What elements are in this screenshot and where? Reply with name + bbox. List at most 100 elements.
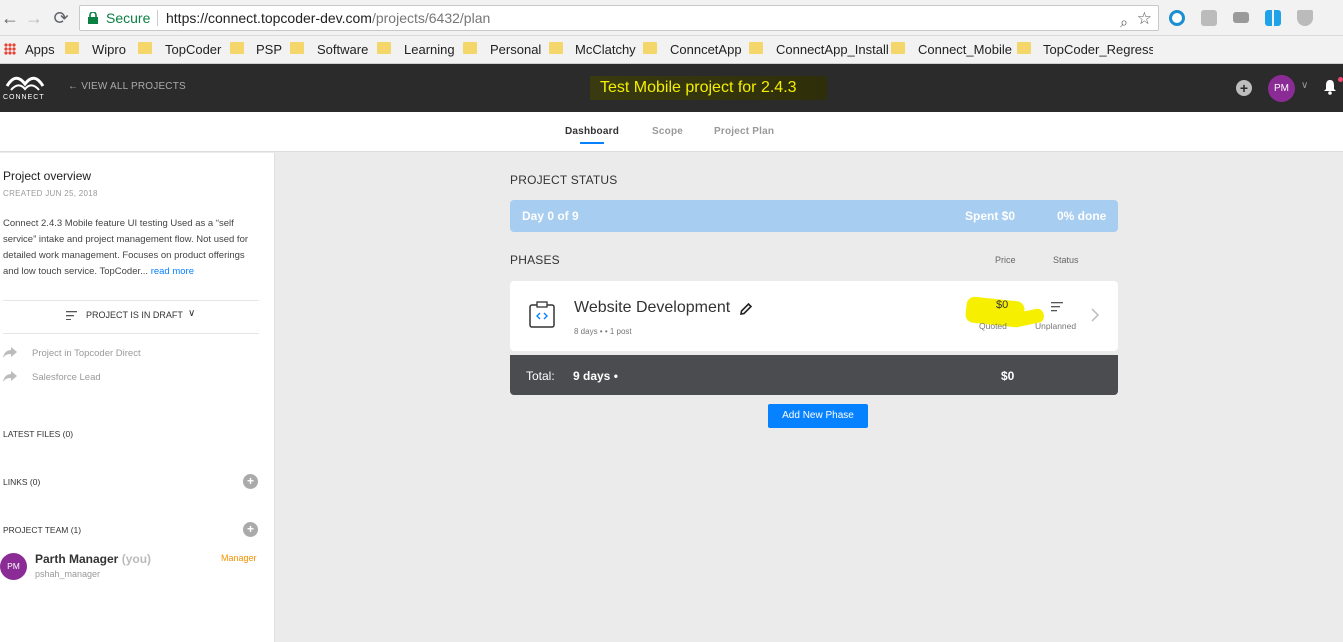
list-icon [1051,302,1063,312]
add-link-plus-icon[interactable]: + [243,474,258,489]
status-spent: Spent $0 [965,209,1016,223]
code-document-icon [529,301,555,328]
folder-icon [65,42,79,54]
phase-status-label: Unplanned [1035,321,1077,331]
total-label: Total: [526,369,555,383]
logo-text: CONNECT [3,94,45,101]
status-column-header: Status [1053,255,1079,265]
tab-scope[interactable]: Scope [652,126,683,137]
arrow-left-icon: ← [68,81,79,92]
phases-total-bar: Total: 9 days • $0 [510,355,1118,395]
bookmark-conncetapp[interactable]: ConncetApp [670,42,742,58]
divider [3,333,259,334]
bookmark-connectapp-install[interactable]: ConnectApp_Install [776,42,889,58]
user-avatar[interactable]: PM [1268,75,1295,102]
tab-project-plan[interactable]: Project Plan [714,126,774,137]
phases-heading: PHASES [510,253,560,267]
reload-icon[interactable]: ⟳ [51,8,71,28]
folder-icon [230,42,244,54]
status-done: 0% done [1057,209,1107,223]
project-status-bar: Day 0 of 9 Spent $0 0% done [510,200,1118,232]
pencil-edit-icon[interactable] [739,302,753,316]
price-column-header: Price [995,255,1016,265]
chevron-down-icon: ∨ [188,308,196,319]
total-price: $0 [1001,369,1015,383]
url-text: https://connect.topcoder-dev.com/project… [166,10,491,26]
member-role: Manager [221,553,257,563]
link-label: Project in Topcoder Direct [32,348,141,359]
phase-price: $0 [996,299,1009,311]
extension-circle-icon[interactable] [1169,10,1185,26]
apps-grid-icon[interactable] [4,43,16,55]
created-date: CREATED JUN 25, 2018 [3,189,98,198]
tab-dashboard[interactable]: Dashboard [565,126,619,137]
secure-label: Secure [106,10,151,26]
phase-card[interactable]: Website Development 8 days • • 1 post $0… [510,281,1118,351]
status-day: Day 0 of 9 [522,209,579,223]
notification-bell-icon[interactable] [1323,79,1337,95]
latest-files-label: LATEST FILES (0) [3,429,74,439]
bookmark-wipro[interactable]: Wipro [92,42,126,58]
bookmark-psp[interactable]: PSP [256,42,282,58]
total-days: 9 days • [573,369,618,383]
folder-icon [1017,42,1031,54]
draft-status-label: PROJECT IS IN DRAFT [86,310,183,320]
address-bar[interactable]: Secure https://connect.topcoder-dev.com/… [79,5,1159,31]
url-separator [157,10,158,26]
chevron-right-icon[interactable] [1090,307,1100,323]
new-project-plus-icon[interactable]: + [1236,80,1252,96]
bookmark-connect-mobile[interactable]: Connect_Mobile [918,42,1012,58]
project-description: Connect 2.4.3 Mobile feature UI testing … [3,218,249,277]
bookmark-software[interactable]: Software [317,42,368,58]
bookmark-mcclatchy[interactable]: McClatchy [575,42,636,58]
bookmark-learning[interactable]: Learning [404,42,455,58]
avatar: PM [0,553,27,580]
project-title: Test Mobile project for 2.4.3 [590,76,827,100]
browser-toolbar: ← → ⟳ Secure https://connect.topcoder-de… [0,0,1343,36]
bookmark-topcoder-regression[interactable]: TopCoder_Regressio [1043,42,1153,58]
read-more-link[interactable]: read more [151,266,194,277]
phase-price-label: Quoted [979,321,1007,331]
extension-shield-icon[interactable] [1297,10,1313,26]
extension-g-icon[interactable] [1201,10,1217,26]
share-arrow-icon [3,347,17,358]
list-icon [66,311,77,320]
folder-icon [549,42,563,54]
folder-icon [290,42,304,54]
divider [3,300,259,301]
folder-icon [749,42,763,54]
phase-name: Website Development [574,299,731,316]
project-tabs: Dashboard Scope Project Plan [0,112,1343,152]
bookmark-apps[interactable]: Apps [25,42,55,58]
folder-icon [377,42,391,54]
app-header: CONNECT ← VIEW ALL PROJECTS Test Mobile … [0,64,1343,112]
folder-icon [138,42,152,54]
extension-monitor-icon[interactable] [1233,12,1249,23]
bookmark-topcoder[interactable]: TopCoder [165,42,221,58]
phase-meta: 8 days • • 1 post [574,327,632,336]
folder-icon [891,42,905,54]
lock-icon [88,12,98,24]
member-name: Parth Manager (you) [35,552,152,566]
folder-icon [463,42,477,54]
link-label: Salesforce Lead [32,372,101,383]
chevron-down-icon[interactable]: ∨ [1301,80,1308,91]
add-member-plus-icon[interactable]: + [243,522,258,537]
link-row[interactable]: Salesforce Lead [3,371,101,383]
add-new-phase-button[interactable]: Add New Phase [768,404,868,428]
active-tab-indicator [580,142,604,144]
view-all-projects-link[interactable]: ← VIEW ALL PROJECTS [68,81,186,92]
extension-windows-icon[interactable] [1265,10,1281,26]
project-overview-title: Project overview [3,169,92,183]
notification-dot [1338,77,1343,82]
member-handle: pshah_manager [35,569,101,579]
zoom-icon[interactable]: ⌕ [1120,10,1128,34]
project-status-heading: PROJECT STATUS [510,173,618,187]
bookmark-personal[interactable]: Personal [490,42,541,58]
link-row[interactable]: Project in Topcoder Direct [3,347,141,359]
project-team-label: PROJECT TEAM (1) [3,525,82,535]
links-label: LINKS (0) [3,477,41,487]
star-icon[interactable]: ☆ [1137,7,1152,31]
forward-arrow-icon[interactable]: → [24,8,44,28]
back-arrow-icon[interactable]: ← [0,8,20,28]
